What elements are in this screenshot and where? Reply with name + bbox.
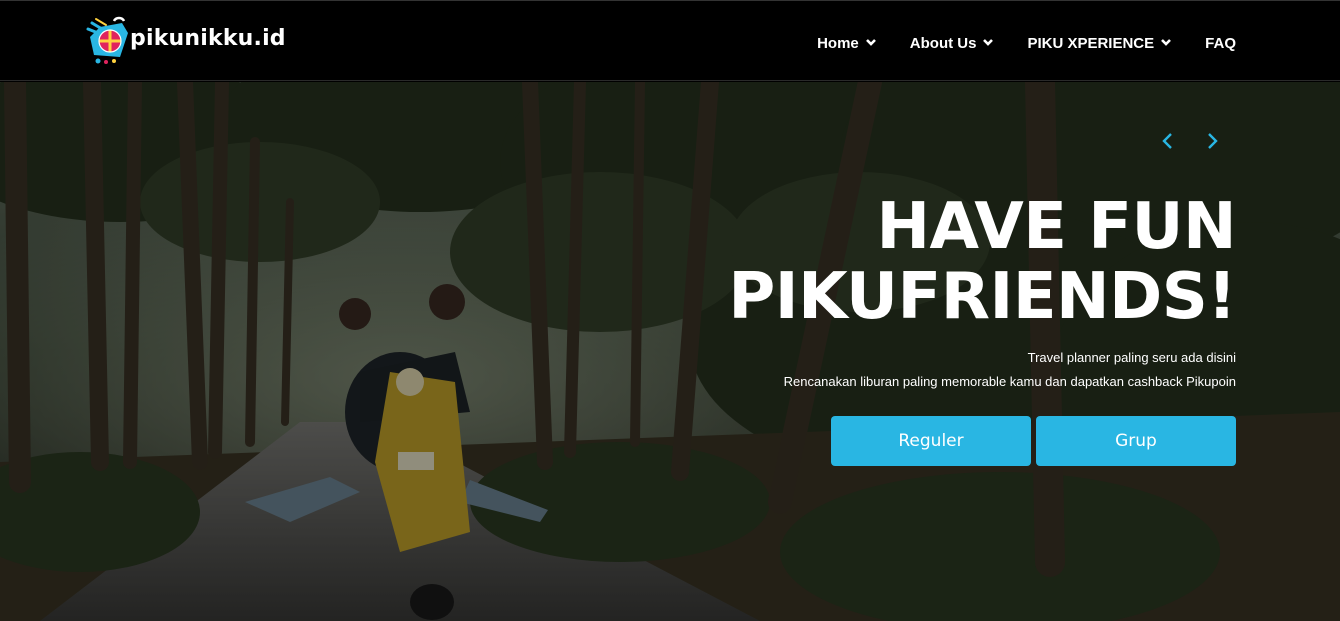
reguler-button[interactable]: Reguler: [831, 416, 1031, 466]
nav-item-about-us[interactable]: About Us: [910, 35, 995, 52]
navbar: pikunikku.id Home About Us PIKU XPERIENC…: [0, 0, 1340, 81]
logo[interactable]: pikunikku.id: [84, 14, 286, 68]
main-nav: Home About Us PIKU XPERIENCE FAQ: [817, 35, 1236, 52]
hero-title-line-2: PIKUFRIENDS!: [728, 260, 1236, 334]
hero-title: HAVE FUN PIKUFRIENDS!: [536, 192, 1236, 332]
chevron-right-icon[interactable]: [1204, 132, 1220, 150]
hero-subtitle-line-2: Rencanakan liburan paling memorable kamu…: [783, 374, 1236, 389]
hero-title-line-1: HAVE FUN: [876, 190, 1236, 264]
nav-item-label: PIKU XPERIENCE: [1027, 35, 1155, 52]
nav-item-faq[interactable]: FAQ: [1205, 35, 1236, 52]
hero-subtitle-line-1: Travel planner paling seru ada disini: [1027, 350, 1236, 365]
grup-button[interactable]: Grup: [1036, 416, 1236, 466]
nav-item-label: Home: [817, 35, 859, 52]
hero-banner: HAVE FUN PIKUFRIENDS! Travel planner pal…: [0, 82, 1340, 621]
logo-icon: [86, 16, 128, 64]
chevron-down-icon: [865, 38, 876, 46]
nav-item-label: About Us: [909, 35, 977, 52]
nav-item-label: FAQ: [1205, 35, 1236, 52]
nav-item-home[interactable]: Home: [817, 35, 877, 52]
chevron-left-icon[interactable]: [1160, 132, 1176, 150]
brand-name: pikunikku.id: [130, 25, 286, 51]
chevron-down-icon: [1161, 38, 1172, 46]
nav-item-piku-xperience[interactable]: PIKU XPERIENCE: [1027, 35, 1172, 52]
hero-subtitle: Travel planner paling seru ada disini Re…: [536, 346, 1236, 394]
chevron-down-icon: [983, 38, 994, 46]
